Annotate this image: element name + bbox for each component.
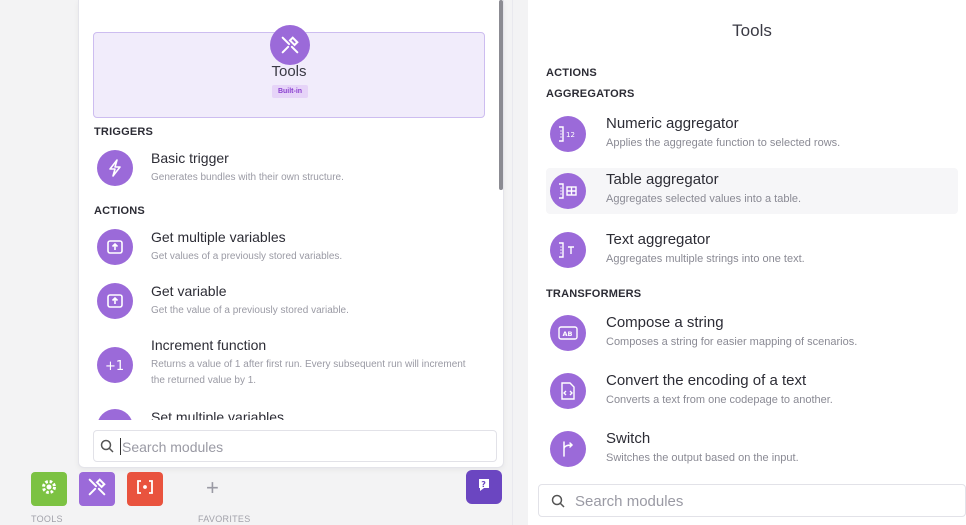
module-get-multiple-variables[interactable]: Get multiple variables Get values of a p… bbox=[95, 229, 485, 279]
panel-title: Tools bbox=[732, 21, 772, 40]
tools-icon bbox=[86, 476, 108, 503]
module-basic-trigger[interactable]: Basic trigger Generates bundles with the… bbox=[95, 150, 485, 200]
module-title: Convert the encoding of a text bbox=[606, 372, 807, 389]
module-increment-function[interactable]: +1 Increment function Returns a value of… bbox=[95, 337, 485, 397]
search-placeholder: Search modules bbox=[575, 493, 684, 510]
section-aggregators: AGGREGATORS bbox=[546, 88, 635, 100]
panel-divider bbox=[512, 0, 513, 525]
module-set-multiple-variables[interactable]: Set multiple variables bbox=[95, 409, 485, 420]
add-favorite-button[interactable]: + bbox=[206, 476, 219, 500]
module-switch[interactable]: Switch Switches the output based on the … bbox=[546, 427, 958, 477]
module-get-variable[interactable]: Get variable Get the value of a previous… bbox=[95, 283, 485, 333]
search-input[interactable]: Search modules bbox=[93, 430, 497, 462]
section-transformers: TRANSFORMERS bbox=[546, 288, 642, 300]
module-desc: Returns a value of 1 after first run. Ev… bbox=[151, 359, 466, 386]
help-button[interactable]: ? bbox=[466, 470, 502, 504]
module-compose-string[interactable]: AB Compose a string Composes a string fo… bbox=[546, 311, 958, 361]
module-title: Basic trigger bbox=[151, 150, 229, 166]
tools-gear-button[interactable] bbox=[31, 472, 67, 506]
svg-text:?: ? bbox=[481, 480, 486, 489]
scenario-editor: Tools Built-in TRIGGERS Basic trigger Ge… bbox=[0, 0, 966, 525]
variable-upload-icon bbox=[97, 283, 133, 319]
module-numeric-aggregator[interactable]: 12 Numeric aggregator Applies the aggreg… bbox=[546, 112, 958, 162]
module-list-scrollbar[interactable] bbox=[499, 0, 503, 190]
search-input[interactable]: Search modules bbox=[538, 484, 966, 517]
module-desc: Composes a string for easier mapping of … bbox=[606, 336, 858, 348]
module-table-aggregator[interactable]: Table aggregator Aggregates selected val… bbox=[546, 168, 958, 214]
encoding-icon bbox=[550, 373, 586, 409]
search-placeholder: Search modules bbox=[122, 439, 224, 455]
section-triggers: TRIGGERS bbox=[94, 126, 154, 138]
module-title: Table aggregator bbox=[606, 171, 719, 188]
gear-icon bbox=[40, 478, 58, 501]
text-aggregator-icon bbox=[550, 232, 586, 268]
json-brackets-button[interactable] bbox=[127, 472, 163, 506]
app-name: Tools bbox=[271, 63, 307, 80]
built-in-badge: Built-in bbox=[272, 85, 308, 98]
module-title: Numeric aggregator bbox=[606, 115, 739, 132]
dock-label-favorites: FAVORITES bbox=[198, 514, 251, 524]
module-desc: Generates bundles with their own structu… bbox=[151, 172, 344, 183]
tools-icon bbox=[270, 25, 310, 65]
module-title: Get multiple variables bbox=[151, 229, 286, 245]
switch-icon bbox=[550, 431, 586, 467]
module-desc: Converts a text from one codepage to ano… bbox=[606, 394, 833, 406]
svg-text:+1: +1 bbox=[105, 359, 124, 373]
module-desc: Switches the output based on the input. bbox=[606, 452, 799, 464]
module-title: Text aggregator bbox=[606, 231, 711, 248]
search-icon bbox=[551, 494, 565, 513]
search-icon bbox=[100, 439, 114, 458]
module-desc: Aggregates multiple strings into one tex… bbox=[606, 253, 805, 265]
module-title: Compose a string bbox=[606, 314, 724, 331]
module-desc: Get the value of a previously stored var… bbox=[151, 305, 349, 316]
table-aggregator-icon bbox=[550, 173, 586, 209]
module-text-aggregator[interactable]: Text aggregator Aggregates multiple stri… bbox=[546, 228, 958, 278]
section-actions: ACTIONS bbox=[546, 67, 597, 79]
module-title: Switch bbox=[606, 430, 651, 447]
dock-label-tools: TOOLS bbox=[31, 514, 63, 524]
tools-module-panel: Tools ACTIONS AGGREGATORS 12 Numeric agg… bbox=[528, 0, 966, 525]
module-title: Get variable bbox=[151, 283, 227, 299]
module-picker-panel: Tools Built-in TRIGGERS Basic trigger Ge… bbox=[78, 0, 504, 468]
module-title: Set multiple variables bbox=[151, 409, 285, 420]
brackets-icon bbox=[97, 409, 133, 420]
text-caret bbox=[120, 438, 121, 455]
module-convert-encoding[interactable]: Convert the encoding of a text Converts … bbox=[546, 369, 958, 419]
variable-upload-icon bbox=[97, 229, 133, 265]
module-list[interactable]: TRIGGERS Basic trigger Generates bundles… bbox=[79, 118, 503, 420]
svg-text:12: 12 bbox=[566, 131, 575, 139]
tools-app-button[interactable] bbox=[79, 472, 115, 506]
svg-text:AB: AB bbox=[563, 330, 573, 338]
brackets-icon bbox=[137, 479, 153, 499]
lightning-icon bbox=[97, 150, 133, 186]
compose-string-icon: AB bbox=[550, 315, 586, 351]
module-desc: Get values of a previously stored variab… bbox=[151, 251, 343, 262]
numeric-aggregator-icon: 12 bbox=[550, 116, 586, 152]
app-card-tools[interactable]: Tools Built-in bbox=[93, 25, 485, 118]
module-desc: Aggregates selected values into a table. bbox=[606, 193, 802, 205]
section-actions: ACTIONS bbox=[94, 205, 145, 217]
plus-one-icon: +1 bbox=[97, 347, 133, 383]
module-title: Increment function bbox=[151, 337, 267, 353]
help-icon: ? bbox=[476, 477, 492, 498]
module-desc: Applies the aggregate function to select… bbox=[606, 137, 841, 149]
